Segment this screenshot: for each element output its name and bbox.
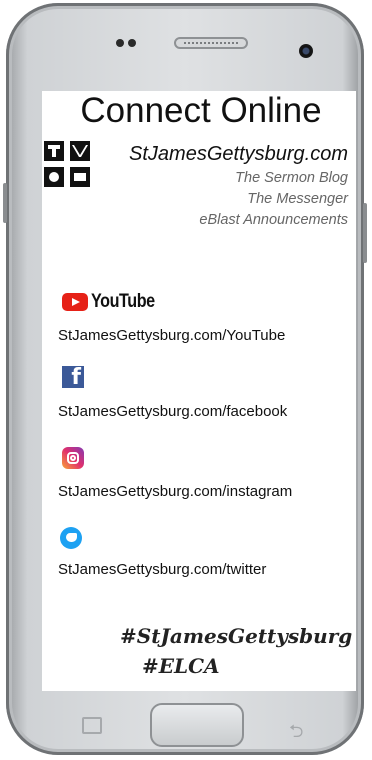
hashtag-elca: #ELCA [142, 654, 220, 678]
front-camera [299, 44, 313, 58]
youtube-logo: YouTube [62, 291, 166, 313]
eblast-link[interactable]: eBlast Announcements [199, 212, 348, 228]
top-bezel [24, 13, 358, 93]
sermon-blog-link[interactable]: The Sermon Blog [235, 170, 348, 186]
sensor-dot [116, 39, 124, 47]
speaker-grille [174, 37, 248, 49]
recent-apps-icon[interactable] [82, 717, 102, 734]
youtube-link[interactable]: StJamesGettysburg.com/YouTube [58, 327, 285, 344]
youtube-wordmark: YouTube [91, 291, 155, 312]
back-icon[interactable]: ⮌ [289, 719, 303, 749]
facebook-link[interactable]: StJamesGettysburg.com/facebook [58, 403, 287, 420]
hashtag-stjames: #StJamesGettysburg [120, 624, 353, 648]
messenger-link[interactable]: The Messenger [247, 191, 348, 207]
church-logo-icon [44, 141, 90, 187]
instagram-icon [62, 447, 84, 469]
website-link[interactable]: StJamesGettysburg.com [129, 143, 348, 166]
instagram-link[interactable]: StJamesGettysburg.com/instagram [58, 483, 292, 500]
twitter-link[interactable]: StJamesGettysburg.com/twitter [58, 561, 266, 578]
facebook-icon: f [62, 365, 84, 390]
sensor-dot [128, 39, 136, 47]
screen: Connect Online StJamesGettysburg.com The… [42, 91, 356, 691]
volume-button [3, 183, 7, 223]
phone-frame: Connect Online StJamesGettysburg.com The… [3, 3, 367, 755]
twitter-icon [60, 527, 82, 549]
home-button[interactable] [150, 703, 244, 747]
power-button [363, 203, 367, 263]
youtube-icon [62, 293, 88, 311]
page-title: Connect Online [80, 91, 322, 130]
